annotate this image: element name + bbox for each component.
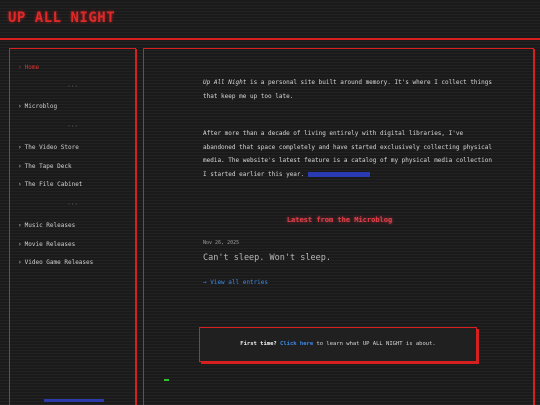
chevron-right-icon: › — [18, 181, 22, 188]
sidebar-item-video-game-releases[interactable]: › Video Game Releases — [18, 259, 93, 266]
site-header: UP ALL NIGHT — [0, 0, 540, 40]
entry-title[interactable]: Can't sleep. Won't sleep. — [203, 253, 331, 263]
sidebar-item-video-store[interactable]: › The Video Store — [18, 144, 79, 151]
first-time-notice: First time? Click here to learn what UP … — [199, 327, 477, 362]
latest-heading: Latest from the Microblog — [286, 216, 393, 224]
sidebar-item-movie-releases[interactable]: › Movie Releases — [18, 241, 75, 248]
notice-text: to learn what UP ALL NIGHT is about. — [313, 341, 436, 347]
chevron-right-icon: › — [18, 144, 22, 151]
sidebar-item-music-releases[interactable]: › Music Releases — [18, 222, 75, 229]
entry-date: Nov 26, 2025 — [203, 240, 240, 246]
sidebar-item-label: Music Releases — [24, 222, 76, 229]
sidebar-footer-link[interactable] — [44, 399, 104, 402]
chevron-right-icon: › — [18, 64, 22, 71]
intro-paragraph: Up All Night is a personal site built ar… — [203, 76, 493, 103]
sidebar-item-microblog[interactable]: › Microblog — [18, 103, 57, 110]
blinking-cursor — [164, 379, 169, 381]
chevron-right-icon: › — [18, 241, 22, 248]
nav-separator: ··· — [67, 123, 78, 130]
sidebar: › Home ··· › Microblog ··· › The Video Stor… — [9, 48, 136, 405]
catalog-link[interactable] — [307, 171, 370, 177]
nav-separator: ··· — [67, 201, 78, 208]
sidebar-item-label: Microblog — [24, 103, 58, 110]
chevron-right-icon: › — [18, 163, 22, 170]
intro-text: is a personal site built around memory. … — [203, 79, 492, 100]
site-name: Up All Night — [203, 79, 247, 86]
view-all-link[interactable]: → View all entries — [203, 279, 268, 286]
sidebar-item-label: The File Cabinet — [24, 181, 83, 188]
body-text: After more than a decade of living entir… — [203, 130, 492, 178]
sidebar-item-label: Movie Releases — [24, 241, 76, 248]
notice-lead: First time? — [240, 341, 277, 347]
chevron-right-icon: › — [18, 222, 22, 229]
chevron-right-icon: › — [18, 103, 22, 110]
sidebar-item-file-cabinet[interactable]: › The File Cabinet — [18, 181, 82, 188]
sidebar-item-label: The Tape Deck — [24, 163, 72, 170]
chevron-right-icon: › — [18, 259, 22, 266]
sidebar-item-tape-deck[interactable]: › The Tape Deck — [18, 163, 72, 170]
site-title[interactable]: UP ALL NIGHT — [8, 10, 115, 26]
body-paragraph: After more than a decade of living entir… — [203, 127, 493, 181]
sidebar-item-label: Home — [24, 64, 40, 71]
sidebar-item-label: The Video Store — [24, 144, 79, 151]
main-content: Up All Night is a personal site built ar… — [143, 48, 534, 405]
sidebar-item-label: Video Game Releases — [24, 259, 94, 266]
sidebar-item-home[interactable]: › Home — [18, 64, 39, 71]
nav-separator: ··· — [67, 83, 78, 90]
click-here-link[interactable]: Click here — [280, 341, 313, 347]
